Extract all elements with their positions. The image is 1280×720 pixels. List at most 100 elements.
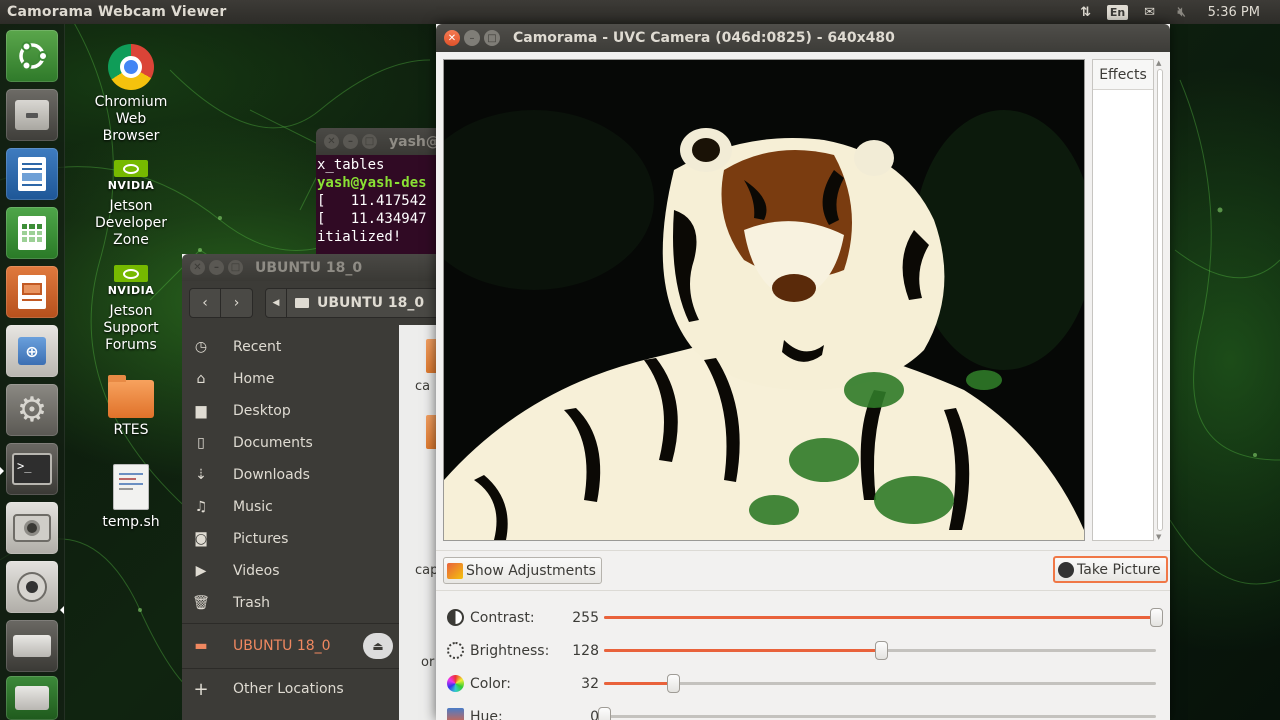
desktop-icon-chromium[interactable]: Chromium Web Browser	[76, 44, 186, 145]
file-manager-title: UBUNTU 18_0	[255, 259, 363, 276]
home-icon: ⌂	[196, 371, 206, 387]
webcam-icon[interactable]	[6, 561, 58, 613]
effects-panel[interactable]: Effects	[1092, 59, 1154, 541]
sidebar-item-music[interactable]: ♫ Music	[182, 491, 399, 523]
take-picture-button[interactable]: Take Picture	[1053, 556, 1168, 583]
path-scroll-left-button[interactable]: ◀	[265, 288, 287, 318]
adjustment-row-hue: Hue: 0	[436, 700, 1170, 720]
terminal-icon[interactable]: >_	[6, 443, 58, 495]
volume-muted-icon[interactable]: 🔇︎	[1166, 0, 1198, 24]
software-center-icon[interactable]: ⊕	[6, 325, 58, 377]
desktop-icon-label: Support	[103, 320, 159, 336]
sidebar-item-other-locations[interactable]: + Other Locations	[182, 673, 399, 705]
eject-icon: ⏏	[372, 639, 384, 653]
brightness-slider[interactable]	[604, 641, 1156, 660]
sidebar-item-home[interactable]: ⌂ Home	[182, 363, 399, 395]
close-icon[interactable]: ✕	[190, 260, 205, 275]
back-button[interactable]: ‹	[189, 288, 221, 318]
libreoffice-writer-icon[interactable]	[6, 148, 58, 200]
desktop-icon-label: temp.sh	[102, 514, 160, 530]
sidebar-item-trash[interactable]: 🗑︎ Trash	[182, 587, 399, 619]
drive-icon: ▬	[194, 638, 208, 654]
camera-icon: ◙	[194, 531, 208, 547]
file-manager-titlebar[interactable]: ✕ – □ UBUNTU 18_0	[182, 254, 442, 281]
hue-slider[interactable]	[598, 707, 1156, 720]
ubuntu-logo-icon[interactable]	[6, 30, 58, 82]
nvidia-brand: NVIDIA	[107, 284, 155, 297]
keyboard-layout-indicator[interactable]: En	[1102, 0, 1134, 24]
scroll-track[interactable]	[1157, 69, 1163, 531]
desktop-icon-label: RTES	[113, 422, 149, 438]
adjustment-label: Contrast:	[470, 609, 535, 626]
folder-icon	[108, 375, 154, 418]
terminal-line: [ 11.417542	[317, 193, 427, 209]
adjustment-value: 32	[581, 675, 599, 692]
sidebar-item-desktop[interactable]: ▆ Desktop	[182, 395, 399, 427]
slider-handle[interactable]	[598, 707, 611, 720]
sidebar-item-videos[interactable]: ▶ Videos	[182, 555, 399, 587]
desktop-icon-label: Web	[115, 111, 147, 127]
launcher: ⊕ ⚙ >_	[0, 24, 65, 720]
drive-icon[interactable]	[6, 620, 58, 672]
trash-icon: 🗑︎	[192, 595, 210, 611]
adjustment-row-contrast: Contrast: 255	[436, 601, 1170, 634]
slider-handle[interactable]	[667, 674, 681, 693]
desktop-icon-temp-sh[interactable]: temp.sh	[76, 464, 186, 531]
file-manager-window[interactable]: ✕ – □ UBUNTU 18_0 ‹ › ◀ UBUNTU 18_0 ◷ Rec…	[182, 254, 442, 720]
libreoffice-impress-icon[interactable]	[6, 266, 58, 318]
contrast-slider[interactable]	[604, 608, 1163, 627]
take-picture-label: Take Picture	[1077, 561, 1161, 578]
desktop-icon-jetson-support-forums[interactable]: NVIDIA Jetson Support Forums	[76, 265, 186, 354]
slider-handle[interactable]	[1150, 608, 1163, 627]
show-adjustments-button[interactable]: Show Adjustments	[443, 557, 602, 584]
minimize-icon[interactable]: –	[464, 30, 480, 46]
system-settings-icon[interactable]: ⚙	[6, 384, 58, 436]
sidebar-item-documents[interactable]: ▯ Documents	[182, 427, 399, 459]
camorama-window[interactable]: ✕ – □ Camorama - UVC Camera (046d:0825) …	[436, 24, 1170, 720]
nvidia-icon: NVIDIA	[108, 160, 154, 194]
scroll-down-icon[interactable]: ▼	[1156, 533, 1161, 541]
effects-column-header[interactable]: Effects	[1093, 60, 1153, 90]
terminal-titlebar[interactable]: ✕ – □ yash@	[316, 128, 446, 155]
desktop-icon-rtes[interactable]: RTES	[76, 375, 186, 439]
maximize-icon[interactable]: □	[228, 260, 243, 275]
brightness-icon	[447, 642, 464, 659]
close-icon[interactable]: ✕	[324, 134, 339, 149]
desktop-icon-label: Jetson	[109, 198, 153, 214]
libreoffice-calc-icon[interactable]	[6, 207, 58, 259]
camorama-titlebar[interactable]: ✕ – □ Camorama - UVC Camera (046d:0825) …	[436, 24, 1170, 52]
sidebar-item-pictures[interactable]: ◙ Pictures	[182, 523, 399, 555]
close-icon[interactable]: ✕	[444, 30, 460, 46]
sidebar-item-downloads[interactable]: ⇣ Downloads	[182, 459, 399, 491]
terminal-window[interactable]: ✕ – □ yash@ x_tables yash@yash-des [ 11.41…	[316, 128, 446, 268]
effects-scrollbar[interactable]: ▲ ▼	[1154, 59, 1166, 541]
sidebar-item-recent[interactable]: ◷ Recent	[182, 331, 399, 363]
scroll-up-icon[interactable]: ▲	[1156, 59, 1161, 67]
minimize-icon[interactable]: –	[209, 260, 224, 275]
clock[interactable]: 5:36 PM	[1198, 5, 1280, 20]
terminal-output[interactable]: x_tables yash@yash-des [ 11.417542 [ 11.434…	[316, 155, 446, 268]
mail-icon[interactable]: ✉	[1134, 0, 1166, 24]
files-icon[interactable]	[6, 89, 58, 141]
camera-icon[interactable]	[6, 502, 58, 554]
terminal-running-indicator	[0, 467, 4, 475]
network-transfer-icon[interactable]: ⇅	[1070, 0, 1102, 24]
desktop-icon-label: Zone	[113, 232, 149, 248]
slider-handle[interactable]	[875, 641, 889, 660]
desktop-icon-jetson-developer-zone[interactable]: NVIDIA Jetson Developer Zone	[76, 160, 186, 249]
usb-drive-icon[interactable]	[6, 676, 58, 720]
eject-button[interactable]: ⏏	[363, 633, 393, 659]
terminal-line: x_tables	[317, 157, 385, 173]
sidebar-item-ubuntu-drive[interactable]: ▬ UBUNTU 18_0 ⏏	[182, 628, 399, 664]
color-slider[interactable]	[604, 674, 1156, 693]
text-file-icon	[113, 464, 149, 510]
contrast-icon	[447, 609, 464, 626]
maximize-icon[interactable]: □	[362, 134, 377, 149]
maximize-icon[interactable]: □	[484, 30, 500, 46]
chevron-left-icon: ‹	[202, 295, 208, 311]
forward-button[interactable]: ›	[221, 288, 253, 318]
minimize-icon[interactable]: –	[343, 134, 358, 149]
adjustment-label: Hue:	[470, 708, 503, 720]
plus-icon: +	[193, 678, 209, 700]
path-crumb-ubuntu[interactable]: UBUNTU 18_0	[287, 288, 440, 318]
